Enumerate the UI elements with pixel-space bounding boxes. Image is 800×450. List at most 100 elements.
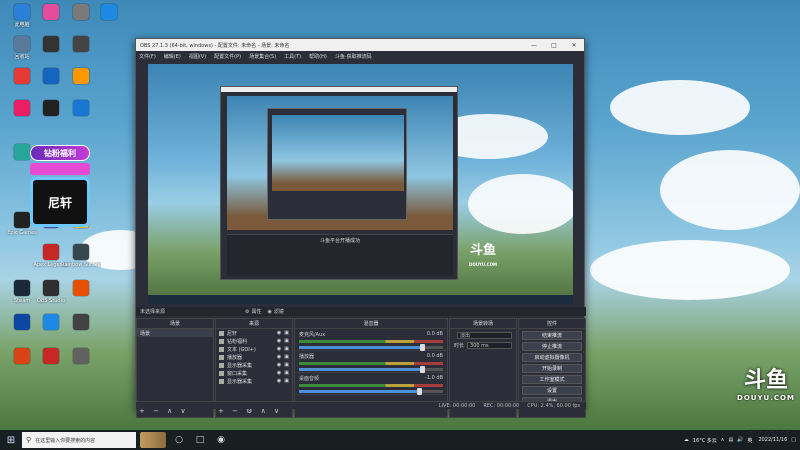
volume-handle[interactable] — [419, 344, 425, 351]
obs-preview[interactable]: 斗鱼平台开播成功 斗鱼 DOUYU.COM — [148, 64, 573, 304]
control-button[interactable]: 设置 — [522, 386, 582, 395]
properties-button[interactable]: 属性 — [252, 308, 262, 315]
volume-slider[interactable] — [299, 344, 443, 351]
menu-item[interactable]: 斗鱼-获取推流码 — [335, 53, 372, 60]
scene-item[interactable]: 场景 — [137, 329, 213, 337]
app-icon — [14, 212, 30, 228]
source-item[interactable]: 显示器采集 ◉ ▣ — [216, 361, 292, 369]
desktop-icon[interactable] — [62, 98, 100, 132]
network-icon[interactable]: ▤ — [728, 437, 733, 443]
obs-titlebar[interactable]: OBS 27.1.3 (64-bit, windows) - 配置文件: 未命名… — [136, 39, 584, 51]
control-button[interactable]: 开始录制 — [522, 364, 582, 373]
weather-icon[interactable]: ☁ — [684, 437, 689, 443]
volume-icon[interactable]: 🔊 — [737, 437, 743, 443]
ime-icon[interactable]: 英 — [747, 437, 752, 444]
desktop-icon[interactable]: Rainbow Six Siege — [61, 242, 101, 276]
menu-item[interactable]: 视图(V) — [189, 53, 206, 60]
source-type-icon — [219, 338, 224, 344]
app-icon — [101, 4, 117, 20]
source-item[interactable]: 钻粉福利 ◉ ▣ — [216, 337, 292, 345]
file-explorer-icon[interactable]: □ — [192, 432, 208, 448]
visibility-eye-icon[interactable]: ◉ — [277, 330, 281, 336]
visibility-eye-icon[interactable]: ◉ — [277, 370, 281, 376]
preview-brand: 斗鱼 — [469, 243, 496, 258]
transition-type-select[interactable]: 淡出 — [457, 332, 512, 339]
minimize-icon[interactable]: — — [524, 42, 544, 49]
preview-brand-sub: DOUYU.COM — [469, 262, 497, 267]
source-item[interactable]: 尼轩 ◉ ▣ — [216, 329, 292, 337]
lock-icon[interactable]: ▣ — [284, 362, 289, 368]
visibility-eye-icon[interactable]: ◉ — [277, 346, 281, 352]
task-view-icon[interactable]: ○ — [171, 432, 187, 448]
control-button[interactable]: 工作室模式 — [522, 375, 582, 384]
volume-handle[interactable] — [416, 388, 422, 395]
filter-icon[interactable]: ◉ — [268, 309, 272, 315]
filters-button[interactable]: 滤镜 — [274, 308, 284, 315]
weather-text[interactable]: 16°C 多云 — [693, 437, 717, 444]
desktop-icon[interactable] — [62, 346, 100, 380]
mixer-channel: 桌面音频 -1.0 dB — [295, 373, 447, 395]
cloud — [468, 174, 573, 234]
mixer-channel-db: 0.0 dB — [426, 331, 443, 337]
source-item[interactable]: 播放器 ◉ ▣ — [216, 353, 292, 361]
close-icon[interactable]: ✕ — [564, 42, 584, 49]
app-icon — [14, 280, 30, 296]
duration-input[interactable]: 300 ms — [467, 342, 512, 349]
app-icon — [73, 244, 89, 260]
maximize-icon[interactable]: □ — [544, 42, 564, 49]
lock-icon[interactable]: ▣ — [284, 354, 289, 360]
clock[interactable]: 2022/11/16 — [758, 437, 787, 444]
windows-start-icon[interactable]: ⊞ — [2, 431, 20, 449]
lock-icon[interactable]: ▣ — [284, 330, 289, 336]
source-item[interactable]: 显示器采集 ◉ ▣ — [216, 377, 292, 385]
volume-slider[interactable] — [299, 388, 443, 395]
visibility-eye-icon[interactable]: ◉ — [277, 362, 281, 368]
lock-icon[interactable]: ▣ — [284, 370, 289, 376]
gear-icon[interactable]: ⚙ — [245, 309, 249, 315]
menu-item[interactable]: 编辑(E) — [164, 53, 181, 60]
mixer-channel-db: -1.0 dB — [425, 375, 443, 381]
scenes-header: 场景 — [137, 319, 213, 329]
source-item[interactable]: 窗口采集 ◉ ▣ — [216, 369, 292, 377]
promo-widget[interactable]: 钻粉福利 尼轩 — [30, 145, 90, 227]
app-icon — [73, 280, 89, 296]
desktop-icon[interactable] — [90, 2, 128, 36]
search-highlight-image[interactable] — [140, 432, 166, 448]
mixer-channel: 播放器 0.0 dB — [295, 351, 447, 373]
source-type-icon — [219, 378, 224, 384]
notification-icon[interactable]: □ — [791, 437, 796, 443]
desktop-icon[interactable] — [62, 34, 100, 68]
desktop-icon[interactable] — [62, 312, 100, 346]
lock-icon[interactable]: ▣ — [284, 338, 289, 344]
obs-taskbar-icon[interactable]: ◉ — [213, 432, 229, 448]
menu-item[interactable]: 文件(F) — [139, 53, 156, 60]
menu-item[interactable]: 帮助(H) — [309, 53, 327, 60]
visibility-eye-icon[interactable]: ◉ — [277, 354, 281, 360]
control-button[interactable]: 停止推流 — [522, 342, 582, 351]
chevron-up-icon[interactable]: ∧ — [721, 437, 725, 443]
control-button[interactable]: 结束推流 — [522, 331, 582, 340]
lock-icon[interactable]: ▣ — [284, 346, 289, 352]
lock-icon[interactable]: ▣ — [284, 378, 289, 384]
menu-item[interactable]: 工具(T) — [284, 53, 301, 60]
mixer-channel-name: 播放器 — [299, 354, 315, 360]
transition-type-row: 淡出 — [454, 332, 512, 339]
app-icon — [43, 314, 59, 330]
promo-banner: 钻粉福利 — [30, 145, 90, 161]
volume-fill — [299, 368, 423, 371]
taskbar-search[interactable]: ⚲ 在这里输入你要搜索的内容 — [22, 432, 136, 448]
visibility-eye-icon[interactable]: ◉ — [277, 378, 281, 384]
volume-handle[interactable] — [419, 366, 425, 373]
volume-slider[interactable] — [299, 366, 443, 373]
mixer-channel-header: 播放器 0.0 dB — [299, 353, 443, 360]
menu-item[interactable]: 配置文件(P) — [214, 53, 241, 60]
source-item[interactable]: 文本 (GDI+) ◉ ▣ — [216, 345, 292, 353]
nested-preview-2 — [272, 115, 404, 191]
obs-window[interactable]: OBS 27.1.3 (64-bit, windows) - 配置文件: 未命名… — [135, 38, 586, 418]
desktop-icon[interactable] — [62, 278, 100, 312]
control-button[interactable]: 启动虚拟摄像机 — [522, 353, 582, 362]
visibility-eye-icon[interactable]: ◉ — [277, 338, 281, 344]
menu-item[interactable]: 场景集合(S) — [249, 53, 276, 60]
mixer-channel-name: 桌面音频 — [299, 376, 320, 382]
desktop-icon[interactable] — [62, 66, 100, 100]
